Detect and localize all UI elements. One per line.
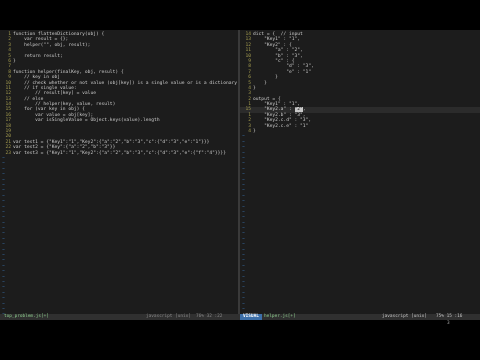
empty-line-tilde: ~ [242, 306, 245, 312]
code-text: "Key2.c.e" : "1" [253, 123, 309, 129]
terminal-screen: 1 function flattenDictionary(obj) {2 var … [0, 0, 480, 360]
empty-line-tilde: ~ [2, 182, 5, 188]
code-text: helper("", obj, result); [13, 42, 91, 48]
empty-line-tilde: ~ [2, 199, 5, 205]
empty-line-tilde: ~ [242, 172, 245, 178]
code-text: var test3 = {"Key1":"1","Key2":{"a":"2",… [13, 150, 226, 156]
empty-line-tilde: ~ [2, 172, 5, 178]
empty-line-tilde: ~ [242, 145, 245, 151]
right-code-lines: 14 dict = { // input 13 "Key1" : "1", 12 "K… [240, 32, 480, 312]
code-text: output = { [253, 96, 281, 102]
empty-line-tilde: ~ [242, 199, 245, 205]
empty-line-tilde: ~ [242, 204, 245, 210]
empty-line-tilde: ~ [2, 274, 5, 280]
empty-line-tilde: ~ [242, 269, 245, 275]
code-text: "b" : "3", [253, 53, 303, 59]
empty-line-tilde: ~ [2, 177, 5, 183]
code-text: var result = {}; [13, 37, 69, 43]
empty-line-tilde: ~ [2, 296, 5, 302]
empty-line-tilde: ~ [242, 274, 245, 280]
code-text: "a" : "2", [253, 48, 303, 54]
visual-selection: "2" [294, 107, 303, 113]
code-text: // result[key] = value [13, 91, 96, 97]
empty-line-tilde: ~ [242, 177, 245, 183]
empty-line-tilde: ~ [2, 301, 5, 307]
empty-line-tilde: ~ [2, 161, 5, 167]
code-text: for (var key in obj) { [13, 107, 85, 113]
empty-line-tilde: ~ [242, 279, 245, 285]
left-editor-pane[interactable]: 1 function flattenDictionary(obj) {2 var … [0, 30, 238, 314]
empty-line-tilde: ~ [2, 166, 5, 172]
empty-line-tilde: ~ [2, 247, 5, 253]
empty-line-tilde: ~ [2, 215, 5, 221]
vim-editor: 1 function flattenDictionary(obj) {2 var … [0, 30, 480, 314]
code-text: } [253, 129, 256, 135]
empty-line-tilde: ~ [242, 285, 245, 291]
empty-line-tilde: ~ [2, 231, 5, 237]
empty-line-tilde: ~ [2, 285, 5, 291]
code-text: "Key2.c.d" : "3", [253, 118, 312, 124]
empty-line-tilde: ~ [242, 253, 245, 259]
empty-line-tilde: ~ [242, 182, 245, 188]
right-empty-line: ~ [240, 307, 480, 312]
empty-line-tilde: ~ [242, 290, 245, 296]
code-text: // else [13, 96, 44, 102]
code-text: } [253, 75, 278, 81]
empty-line-tilde: ~ [2, 279, 5, 285]
code-text: // key in obj [13, 75, 61, 81]
empty-line-tilde: ~ [242, 161, 245, 167]
empty-line-tilde: ~ [242, 258, 245, 264]
code-text: return result; [13, 53, 63, 59]
empty-line-tilde: ~ [2, 242, 5, 248]
empty-line-tilde: ~ [242, 134, 245, 140]
code-text: } [13, 58, 16, 64]
left-code-lines: 1 function flattenDictionary(obj) {2 var … [0, 32, 238, 314]
empty-line-tilde: ~ [242, 296, 245, 302]
empty-line-tilde: ~ [2, 155, 5, 161]
empty-line-tilde: ~ [242, 301, 245, 307]
empty-line-tilde: ~ [2, 263, 5, 269]
empty-line-tilde: ~ [2, 253, 5, 259]
empty-line-tilde: ~ [242, 236, 245, 242]
empty-line-tilde: ~ [242, 247, 245, 253]
empty-line-tilde: ~ [2, 204, 5, 210]
empty-line-tilde: ~ [2, 220, 5, 226]
empty-line-tilde: ~ [2, 193, 5, 199]
empty-line-tilde: ~ [2, 306, 5, 312]
empty-line-tilde: ~ [242, 166, 245, 172]
empty-line-tilde: ~ [242, 263, 245, 269]
code-text: // check whether or not value (obj[key])… [13, 80, 238, 86]
selection-count: 3 [447, 321, 450, 326]
code-text: var test2 = {"Key":{"a":"2","b":"3"}} [13, 145, 116, 151]
empty-line-tilde: ~ [2, 269, 5, 275]
empty-line-tilde: ~ [242, 188, 245, 194]
code-text: } [253, 80, 267, 86]
empty-line-tilde: ~ [242, 215, 245, 221]
empty-line-tilde: ~ [242, 231, 245, 237]
code-text: "Key2.a" : "2", [253, 107, 306, 113]
code-text: var isSingleValue = Object.keys(value).l… [13, 118, 160, 124]
empty-line-tilde: ~ [2, 209, 5, 215]
empty-line-tilde: ~ [2, 236, 5, 242]
right-editor-pane[interactable]: 14 dict = { // input 13 "Key1" : "1", 12 "K… [240, 30, 480, 314]
code-text: function helper(finalKey, obj, result) { [13, 69, 124, 75]
empty-line-tilde: ~ [242, 242, 245, 248]
empty-line-tilde: ~ [242, 226, 245, 232]
code-text: "d" : "3", [253, 64, 314, 70]
code-text: "e" : "1" [253, 69, 312, 75]
empty-line-tilde: ~ [242, 139, 245, 145]
empty-line-tilde: ~ [242, 193, 245, 199]
empty-line-tilde: ~ [2, 258, 5, 264]
empty-line-tilde: ~ [2, 290, 5, 296]
empty-line-tilde: ~ [242, 220, 245, 226]
empty-line-tilde: ~ [242, 209, 245, 215]
command-line[interactable]: 3 [0, 320, 480, 327]
empty-line-tilde: ~ [242, 150, 245, 156]
code-text: "Key1" : "1", [253, 37, 301, 43]
empty-line-tilde: ~ [242, 155, 245, 161]
code-text: } [253, 85, 256, 91]
empty-line-tilde: ~ [2, 226, 5, 232]
empty-line-tilde: ~ [2, 188, 5, 194]
